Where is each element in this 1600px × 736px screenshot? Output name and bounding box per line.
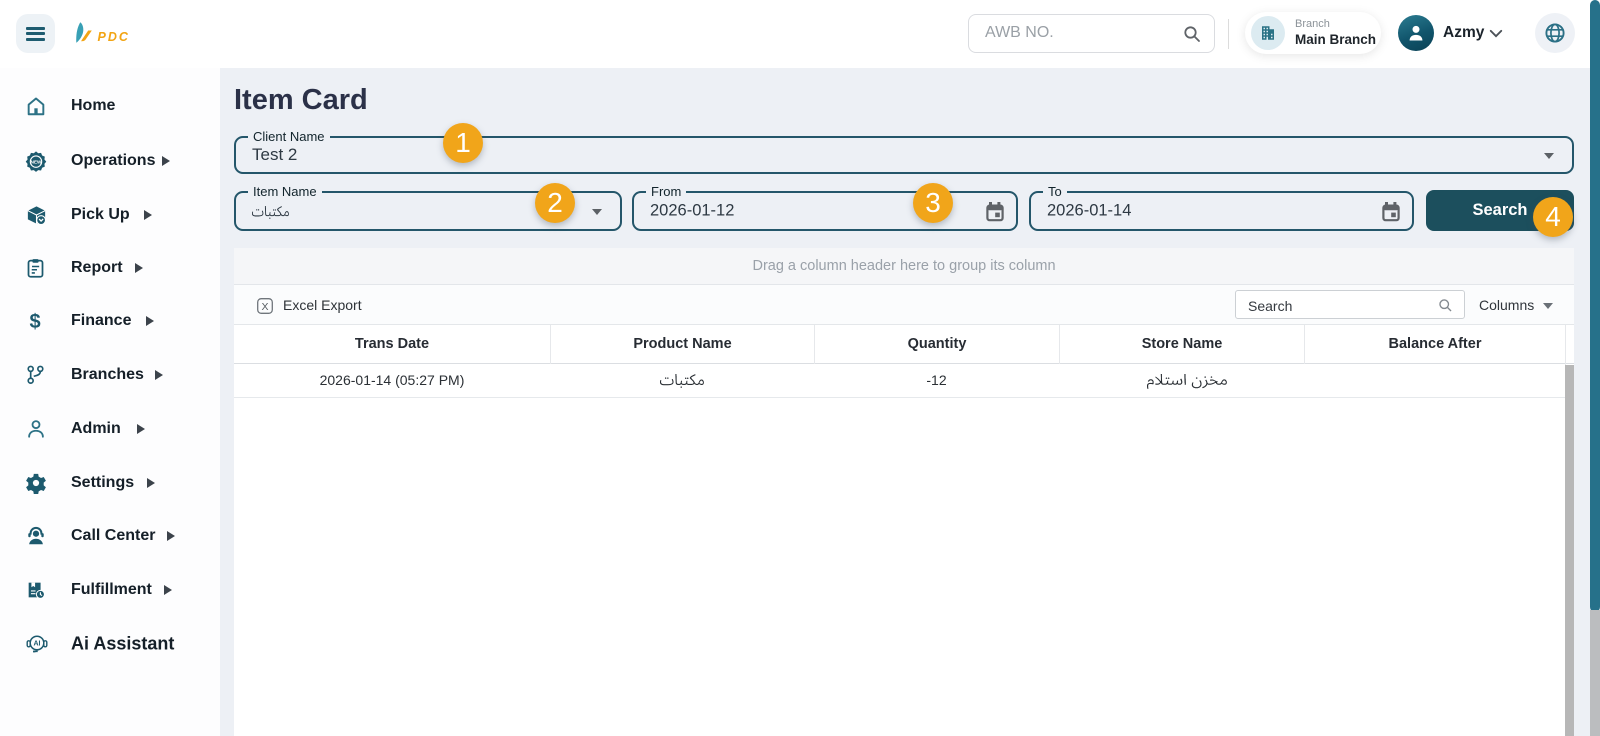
svg-text:$: $: [29, 311, 40, 332]
svg-text:PDC: PDC: [98, 30, 130, 44]
svg-text:X: X: [261, 301, 268, 313]
svg-text:AI: AI: [34, 641, 41, 648]
svg-text:NEW: NEW: [31, 159, 42, 164]
